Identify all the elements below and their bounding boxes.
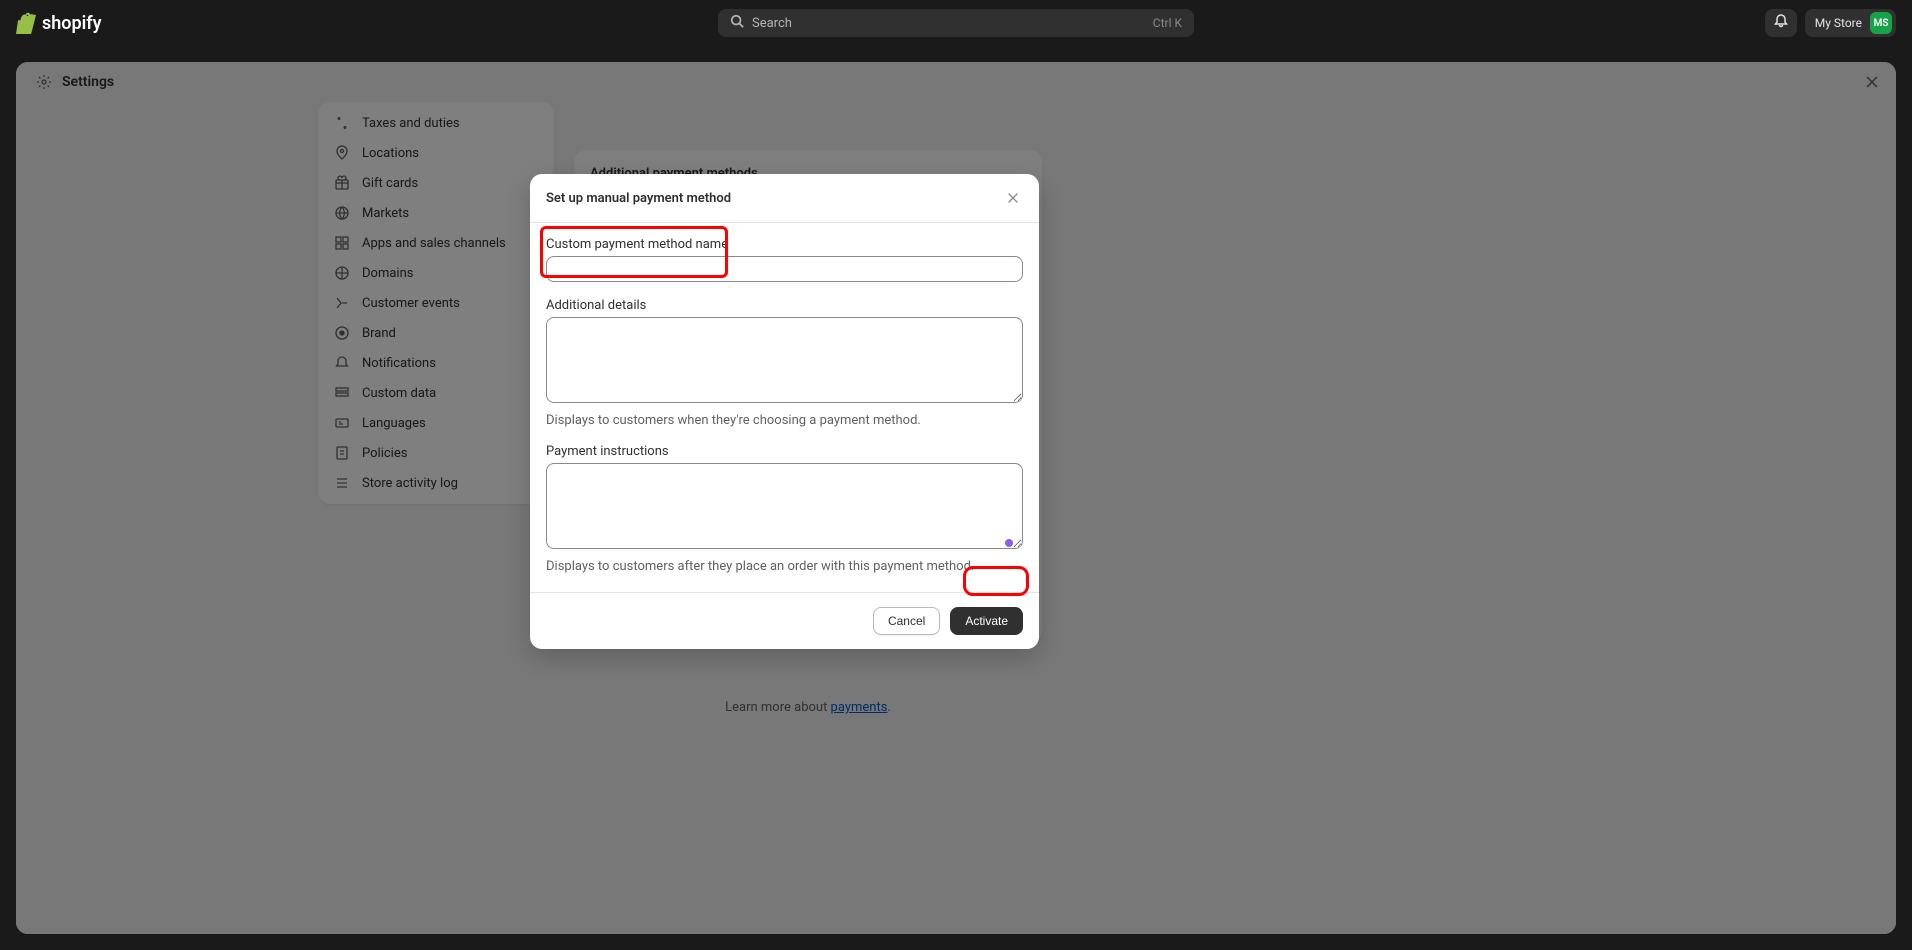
- topbar-right: My Store MS: [1765, 9, 1896, 37]
- search-icon: [730, 14, 744, 32]
- modal-footer: Cancel Activate: [530, 592, 1039, 649]
- manual-payment-modal: Set up manual payment method Custom paym…: [530, 174, 1039, 649]
- modal-close-button[interactable]: [1003, 188, 1023, 208]
- store-menu-button[interactable]: My Store MS: [1805, 9, 1896, 37]
- store-avatar: MS: [1870, 12, 1892, 34]
- modal-body: Custom payment method name Additional de…: [530, 223, 1039, 592]
- payment-name-input[interactable]: [546, 256, 1023, 282]
- resize-indicator-icon: [1005, 539, 1013, 547]
- search-shortcut: Ctrl K: [1153, 16, 1182, 30]
- notifications-button[interactable]: [1765, 9, 1797, 37]
- modal-header: Set up manual payment method: [530, 174, 1039, 223]
- store-label: My Store: [1815, 16, 1862, 30]
- bell-icon: [1773, 13, 1789, 33]
- additional-details-textarea[interactable]: [546, 317, 1023, 403]
- payment-name-label: Custom payment method name: [546, 237, 1023, 252]
- shopify-logo[interactable]: shopify: [16, 12, 102, 34]
- additional-details-label: Additional details: [546, 298, 1023, 313]
- top-bar: shopify Search Ctrl K My Store MS: [0, 0, 1912, 46]
- logo-text: shopify: [42, 13, 102, 34]
- payment-instructions-help: Displays to customers after they place a…: [546, 559, 1023, 574]
- shopify-bag-icon: [16, 12, 36, 34]
- activate-button[interactable]: Activate: [950, 607, 1023, 635]
- payment-instructions-label: Payment instructions: [546, 444, 1023, 459]
- modal-title: Set up manual payment method: [546, 191, 731, 206]
- payment-instructions-textarea[interactable]: [546, 463, 1023, 549]
- additional-details-help: Displays to customers when they're choos…: [546, 413, 1023, 428]
- cancel-button[interactable]: Cancel: [873, 607, 940, 635]
- search-input[interactable]: Search Ctrl K: [718, 9, 1194, 37]
- search-placeholder: Search: [752, 16, 792, 31]
